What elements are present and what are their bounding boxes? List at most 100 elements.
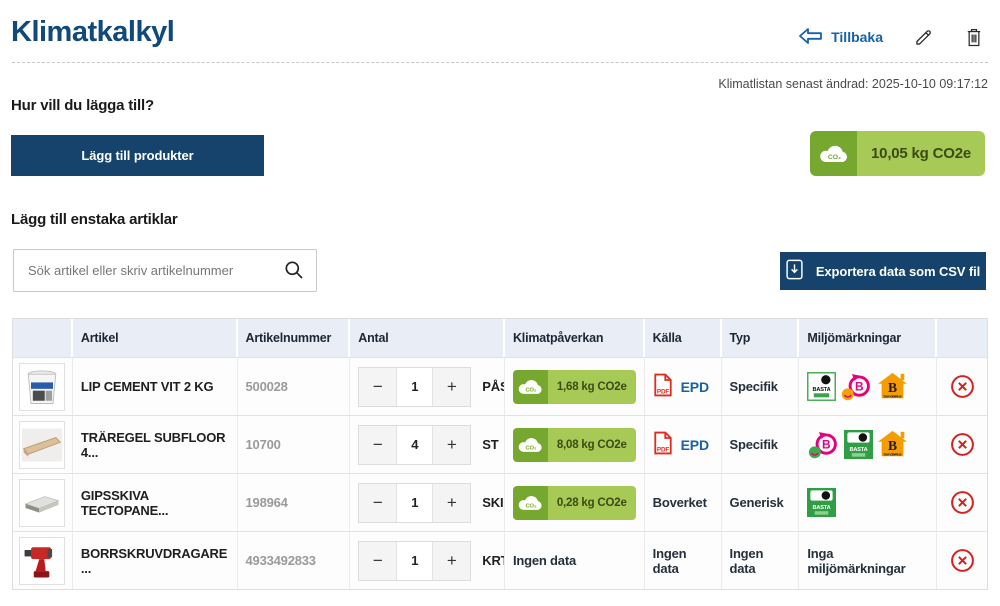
pdf-icon: PDF <box>653 373 673 400</box>
quantity-plus-button[interactable]: + <box>433 484 470 522</box>
header-kalla: Källa <box>645 319 722 357</box>
table-row: TRÄREGEL SUBFLOOR 4... 10700 − 4 + ST CO… <box>13 415 987 473</box>
source-label: EPD <box>681 379 709 395</box>
header-actions: Tillbaka <box>797 26 984 48</box>
header-artikelnummer: Artikelnummer <box>238 319 351 357</box>
header-artikel: Artikel <box>73 319 238 357</box>
articles-section-heading: Lägg till enstaka artiklar <box>11 211 178 228</box>
svg-text:CO₂: CO₂ <box>525 445 536 451</box>
header-divider <box>12 62 988 63</box>
co2-cloud-icon: CO₂ <box>810 131 857 176</box>
header-image-column <box>13 319 73 357</box>
quantity-minus-button[interactable]: − <box>359 426 396 464</box>
remove-row-button[interactable] <box>950 432 975 457</box>
svg-text:CO₂: CO₂ <box>525 503 536 509</box>
table-row: LIP CEMENT VIT 2 KG 500028 − 1 + PÅS CO₂… <box>13 357 987 415</box>
header-antal: Antal <box>350 319 505 357</box>
product-name: TRÄREGEL SUBFLOOR 4... <box>73 416 238 473</box>
basta-label-icon: BASTA <box>807 372 836 401</box>
unit-label: ST <box>482 437 498 452</box>
remove-row-button[interactable] <box>950 490 975 515</box>
co2-cloud-icon: CO₂ <box>513 428 548 462</box>
co2-value: 1,68 kg CO2e <box>548 370 636 404</box>
quantity-stepper: − 1 + <box>358 541 471 581</box>
quantity-stepper: − 4 + <box>358 425 471 465</box>
klimatkalkyl-page: Klimatkalkyl Tillbaka Klimatlistan senas… <box>0 0 1000 606</box>
back-link[interactable]: Tillbaka <box>797 27 883 48</box>
quantity-minus-button[interactable]: − <box>359 484 396 522</box>
quantity-value[interactable]: 4 <box>396 426 433 464</box>
remove-row-button[interactable] <box>950 548 975 573</box>
co2-badge: CO₂ 1,68 kg CO2e <box>513 370 636 404</box>
product-image-cement-bucket <box>19 363 65 411</box>
type-label: Generisk <box>722 474 800 531</box>
quantity-minus-button[interactable]: − <box>359 542 396 580</box>
svg-text:SundaHus: SundaHus <box>884 393 903 398</box>
quantity-value[interactable]: 1 <box>396 484 433 522</box>
quantity-value[interactable]: 1 <box>396 368 433 406</box>
back-link-label: Tillbaka <box>831 29 883 45</box>
co2-cloud-icon: CO₂ <box>513 370 548 404</box>
svg-text:B: B <box>855 379 864 393</box>
co2-badge: CO₂ 0,28 kg CO2e <box>513 486 636 520</box>
delete-trash-icon[interactable] <box>964 26 984 48</box>
articles-table: Artikel Artikelnummer Antal Klimatpåverk… <box>12 318 988 590</box>
co2-no-data: Ingen data <box>505 532 645 589</box>
epd-pdf-link[interactable]: PDF EPD <box>653 431 709 458</box>
type-label: Specifik <box>722 358 800 415</box>
article-number: 4933492833 <box>238 532 351 589</box>
svg-text:CO₂: CO₂ <box>525 387 536 393</box>
product-name: BORRSKRUVDRAGARE ... <box>73 532 238 589</box>
page-title: Klimatkalkyl <box>11 16 174 49</box>
source-label: Boverket <box>645 474 722 531</box>
quantity-stepper: − 1 + <box>358 367 471 407</box>
sundahus-icon: BSundaHus <box>877 372 908 401</box>
add-products-button[interactable]: Lägg till produkter <box>11 135 264 176</box>
type-label: Specifik <box>722 416 800 473</box>
type-label: Ingen data <box>722 532 800 589</box>
last-changed-text: Klimatlistan senast ändrad: 2025-10-10 0… <box>718 77 988 91</box>
byggvarubedomningen-icon: B <box>807 430 840 460</box>
product-name: GIPSSKIVA TECTOPANE... <box>73 474 238 531</box>
article-search <box>13 249 317 292</box>
header-delete-column <box>937 319 987 357</box>
unit-label: KRT <box>482 553 505 568</box>
export-csv-label: Exportera data som CSV fil <box>816 264 980 279</box>
quantity-value[interactable]: 1 <box>396 542 433 580</box>
svg-text:SundaHus: SundaHus <box>884 451 903 456</box>
product-image-gypsum-board <box>19 479 65 527</box>
total-co2-value: 10,05 kg CO2e <box>857 131 985 176</box>
sundahus-icon: BSundaHus <box>877 430 908 459</box>
header-typ: Typ <box>722 319 800 357</box>
no-eco-labels-text: Inga miljömärkningar <box>799 532 937 589</box>
product-image-drill <box>19 537 65 585</box>
table-row: GIPSSKIVA TECTOPANE... 198964 − 1 + SKI … <box>13 473 987 531</box>
epd-pdf-link[interactable]: PDF EPD <box>653 373 709 400</box>
svg-text:BASTA: BASTA <box>813 505 831 511</box>
basta-green-label-icon: BASTA <box>807 488 836 517</box>
svg-text:CO₂: CO₂ <box>827 154 840 161</box>
quantity-plus-button[interactable]: + <box>433 426 470 464</box>
export-csv-button[interactable]: Exportera data som CSV fil <box>780 252 986 290</box>
quantity-plus-button[interactable]: + <box>433 542 470 580</box>
search-input[interactable] <box>13 249 317 292</box>
pdf-icon: PDF <box>653 431 673 458</box>
svg-text:PDF: PDF <box>657 447 669 454</box>
co2-badge: CO₂ 8,08 kg CO2e <box>513 428 636 462</box>
quantity-stepper: − 1 + <box>358 483 471 523</box>
edit-pencil-icon[interactable] <box>913 27 934 48</box>
article-number: 198964 <box>238 474 351 531</box>
quantity-plus-button[interactable]: + <box>433 368 470 406</box>
svg-text:PDF: PDF <box>657 389 669 396</box>
header-miljomarkningar: Miljömärkningar <box>799 319 937 357</box>
add-section-heading: Hur vill du lägga till? <box>11 97 154 114</box>
svg-text:BASTA: BASTA <box>813 387 831 393</box>
article-number: 10700 <box>238 416 351 473</box>
export-file-icon <box>786 259 803 283</box>
search-icon <box>284 260 304 285</box>
co2-cloud-icon: CO₂ <box>513 486 548 520</box>
basta-green-label-icon: BASTA <box>844 430 873 459</box>
remove-row-button[interactable] <box>950 374 975 399</box>
unit-label: PÅS <box>482 379 505 394</box>
quantity-minus-button[interactable]: − <box>359 368 396 406</box>
